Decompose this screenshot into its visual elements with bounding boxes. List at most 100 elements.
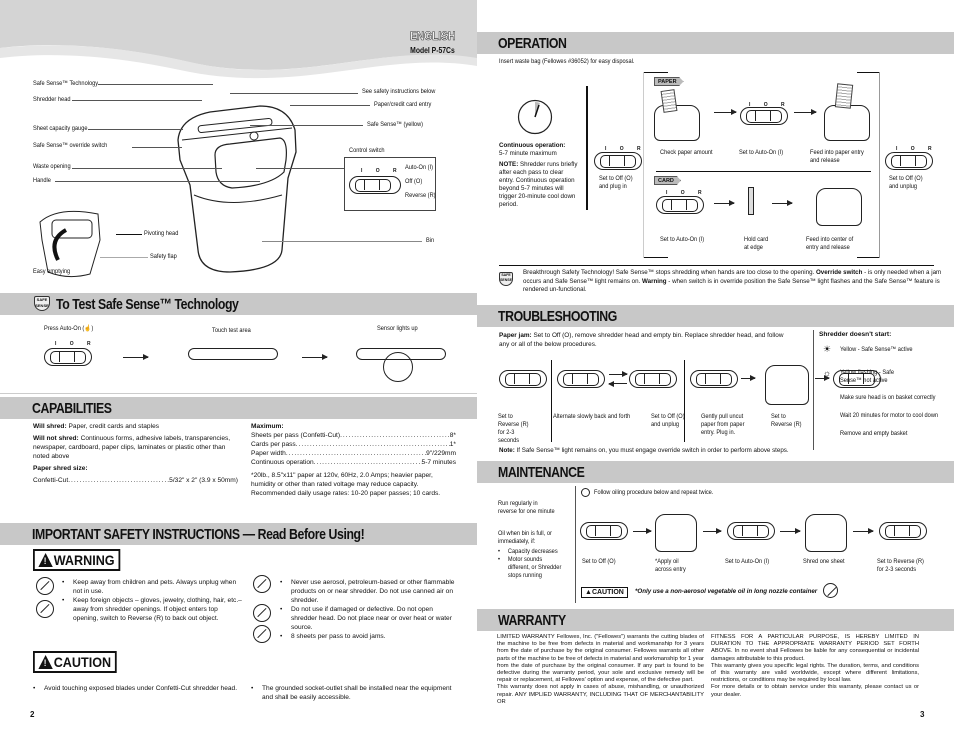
switch-icon: [557, 370, 605, 388]
operation-bar: OPERATION: [477, 32, 954, 54]
label-handle: Handle: [33, 177, 51, 184]
label-reverse: Reverse (R): [405, 192, 436, 199]
electric-hazard-icon: [253, 604, 271, 622]
doesnt-start-item: Make sure head is on basket correctly: [840, 394, 936, 401]
caution-badge: CAUTION: [33, 651, 117, 673]
label-shredder-head: Shredder head: [33, 96, 71, 103]
run-reverse: Run regularly in reverse for one minute: [498, 500, 555, 515]
page-number-right: 3: [920, 710, 925, 719]
maintenance-step: Set to Reverse (R) for 2-3 seconds: [877, 558, 924, 573]
caution-right: The grounded socket-outlet shall be inst…: [251, 684, 456, 702]
shredder-icon: [765, 365, 809, 405]
label-safe-sense-technology: Safe Sense™ Technology: [33, 80, 99, 87]
switch-icon: [44, 348, 92, 366]
paper-icon: [834, 83, 854, 109]
end-step: Set to Off (O) and unplug: [889, 175, 923, 190]
doesnt-start-item: Yellow - Safe Sense™ active: [840, 346, 913, 353]
sheet-capacity-icon: [253, 625, 271, 643]
test-step-3: Sensor lights up: [377, 325, 418, 332]
capabilities-title: CAPABILITIES: [32, 400, 112, 417]
trouble-step-3: Set to Off (O) and unplug: [651, 413, 685, 428]
capabilities-bar: CAPABILITIES: [0, 397, 477, 419]
doesnt-start-item: Yellow flashing - Safe Sense™ not active: [840, 369, 894, 384]
safe-sense-shield-icon: SAFE SENSE: [499, 272, 513, 286]
maximum-row: Sheets per pass (Confetti-Cut)..........…: [251, 432, 456, 439]
warning-right-list: Never use aerosol, petroleum-based or ot…: [280, 578, 460, 641]
arrow-icon: [123, 354, 149, 360]
clock-icon: [517, 99, 553, 135]
operation-intro: Insert waste bag (Fellowes #36052) for e…: [499, 58, 635, 65]
test-safe-sense-title: To Test Safe Sense™ Technology: [56, 296, 239, 313]
shredder-icon: [824, 105, 870, 141]
continuous-value: 5-7 minute maximum: [499, 150, 557, 157]
language-title: ENGLISH: [409, 29, 455, 44]
doesnt-start-item: Remove and empty basket: [840, 430, 908, 437]
maintenance-step: Shred one sheet: [803, 558, 845, 565]
model-label: Model P-57Cs: [410, 45, 455, 55]
switch-icon: [629, 370, 677, 388]
header-wave: [0, 0, 477, 79]
label-control-switch: Control switch: [349, 147, 385, 154]
label-paper-card-entry: Paper/credit card entry: [374, 101, 432, 108]
switch-icon: [740, 107, 788, 125]
maintenance-step: *Apply oil across entry: [655, 558, 686, 573]
maintenance-caution-note: *Only use a non-aerosol vegetable oil in…: [635, 588, 818, 595]
oil-bullet: Capacity decreases: [498, 548, 563, 556]
paper-step-3: Feed into paper entry and release: [810, 149, 864, 164]
switch-icon: [885, 152, 933, 170]
maintenance-title: MAINTENANCE: [498, 464, 585, 481]
switch-icon: [656, 196, 704, 214]
paper-card-panel: PAPER I O R Check paper amount Set to Au…: [643, 72, 880, 258]
maintenance-follow: Follow oiling procedure below and repeat…: [594, 489, 714, 496]
shred-size-name: Confetti-Cut: [33, 477, 69, 484]
label-auto-on: Auto-On (I): [405, 164, 434, 171]
trouble-step-2: Alternate slowly back and forth: [553, 413, 631, 420]
shred-size-label: Paper shred size:: [33, 465, 88, 472]
trouble-step-4: Gently pull uncut paper from paper entry…: [701, 413, 745, 436]
warranty-col-2: FITNESS FOR A PARTICULAR PURPOSE, IS HER…: [711, 634, 919, 698]
card-tag: CARD: [654, 176, 681, 185]
switch-icon: [879, 522, 927, 540]
operation-title: OPERATION: [498, 35, 567, 52]
warning-left-list: Keep away from children and pets. Always…: [62, 578, 242, 623]
test-safe-sense-bar: SAFE SENSE To Test Safe Sense™ Technology: [0, 293, 477, 315]
label-see-safety: See safety instructions below: [362, 88, 436, 95]
continuous-label: Continuous operation:: [499, 142, 566, 149]
oil-bullet: Motor sounds different, or Shredder stop…: [498, 556, 563, 580]
test-step-1: Press Auto-On (☝): [44, 325, 94, 332]
label-pivoting-head: Pivoting head: [144, 230, 179, 237]
trouble-note-label: Note:: [499, 447, 515, 454]
card-step-1: Set to Auto-On (I): [660, 236, 705, 243]
note-label: NOTE:: [499, 161, 519, 168]
warning-triangle-icon: [38, 553, 53, 567]
maximum-table: Maximum: Sheets per pass (Confetti-Cut).…: [251, 422, 456, 498]
shredder-icon: [655, 514, 697, 552]
control-switch-icon: [349, 176, 401, 194]
label-bin: Bin: [426, 237, 435, 244]
test-area-illustration: [188, 348, 278, 360]
start-step: Set to Off (O) and plug in: [599, 175, 633, 190]
maximum-row: Paper width.............................…: [251, 450, 456, 457]
shred-size-value: 5/32" x 2" (3.9 x 50mm): [169, 477, 238, 484]
card-icon: [748, 187, 754, 215]
left-page: ENGLISH Model P-57Cs Safe Sense™ Technol…: [0, 0, 477, 742]
no-hands-icon: [36, 600, 54, 618]
safe-sense-note: Breakthrough Safety Technology! Safe Sen…: [523, 269, 942, 293]
paper-step-2: Set to Auto-On (I): [739, 149, 784, 156]
label-waste-opening: Waste opening: [33, 163, 71, 170]
paper-jam-label: Paper jam:: [499, 332, 532, 339]
paper-jam-text: Set to Off (O), remove shredder head and…: [499, 332, 784, 348]
card-step-3: Feed into center of entry and release: [806, 236, 854, 251]
caution-triangle-icon: [38, 655, 53, 669]
warranty-title: WARRANTY: [498, 612, 566, 629]
no-aerosol-icon: [823, 583, 838, 598]
label-off: Off (O): [405, 178, 423, 185]
maintenance-caution-badge: ▲CAUTION: [581, 587, 628, 598]
no-aerosol-icon: [253, 575, 271, 593]
trouble-note: If Safe Sense™ light remains on, you mus…: [516, 447, 789, 454]
test-step-2: Touch test area: [212, 327, 251, 334]
switch-icon: [690, 370, 738, 388]
warranty-bar: WARRANTY: [477, 609, 954, 631]
label-safe-sense-yellow: Safe Sense™ (yellow): [367, 121, 424, 128]
arrow-icon: [302, 354, 328, 360]
